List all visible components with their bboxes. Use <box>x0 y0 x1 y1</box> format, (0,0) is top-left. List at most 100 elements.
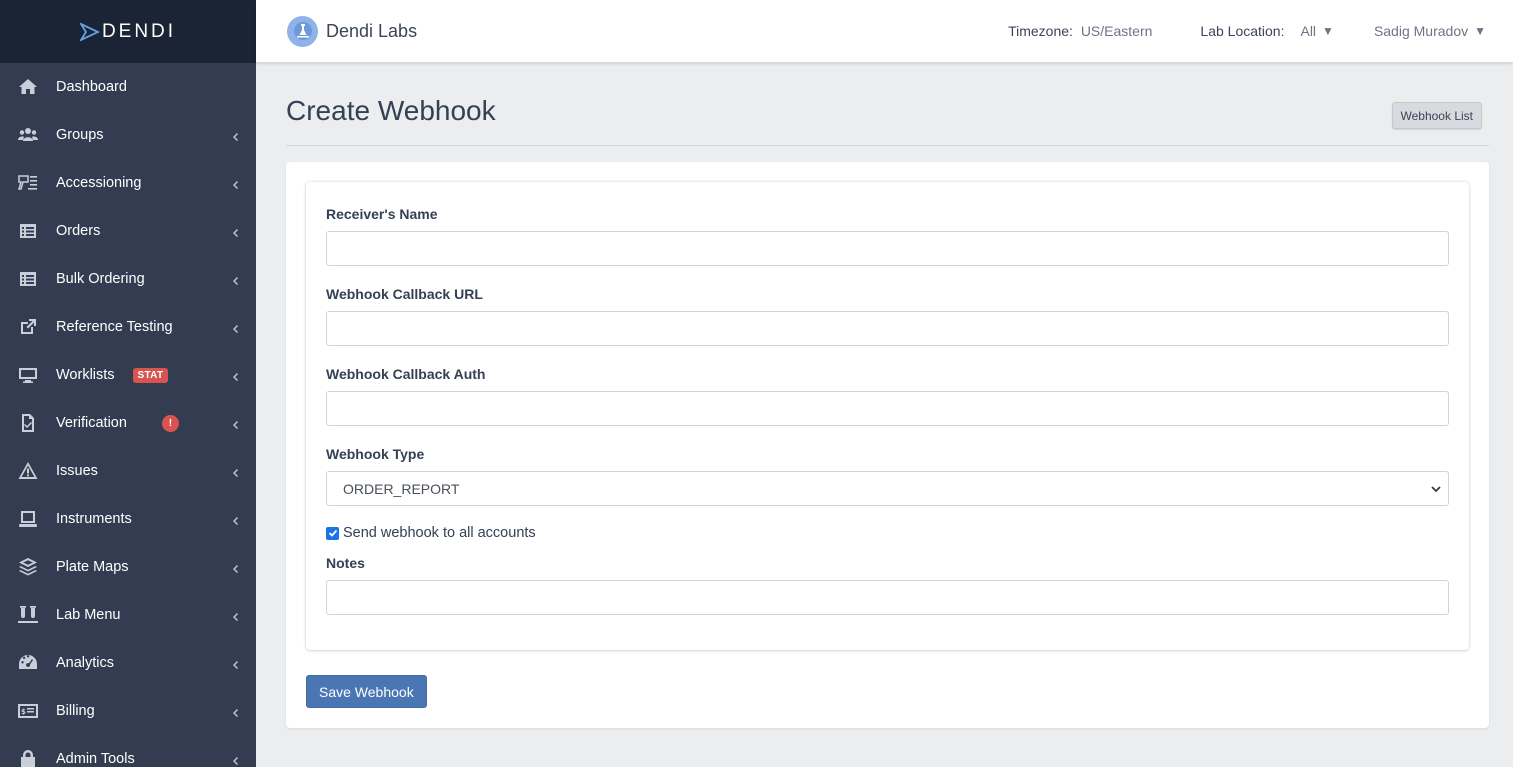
user-menu[interactable]: Sadig Muradov ▼ <box>1374 23 1486 39</box>
accessioning-icon <box>17 172 39 194</box>
callback-url-label: Webhook Callback URL <box>326 286 483 302</box>
brand-name: DENDI <box>101 20 177 42</box>
users-icon <box>17 124 39 146</box>
receiver-name-input[interactable] <box>326 231 1449 266</box>
sidebar-item-label: Reference Testing <box>56 319 173 335</box>
send-all-accounts-row: Send webhook to all accounts <box>326 525 536 541</box>
sidebar-item-label: Accessioning <box>56 175 142 191</box>
chevron-left-icon <box>231 562 239 573</box>
caret-down-icon: ▼ <box>1322 24 1334 38</box>
warning-icon <box>17 460 39 482</box>
sidebar-item-orders[interactable]: Orders <box>0 207 256 255</box>
sidebar-item-label: Issues <box>56 463 98 479</box>
top-bar: Dendi Labs Timezone: US/Eastern Lab Loca… <box>256 0 1513 63</box>
brand-header: DENDI <box>0 0 256 63</box>
webhook-type-label: Webhook Type <box>326 446 425 462</box>
form-card: Receiver's Name Webhook Callback URL Web… <box>286 162 1489 728</box>
home-icon <box>17 76 39 98</box>
alert-badge: ! <box>161 414 179 432</box>
chevron-left-icon <box>231 322 239 333</box>
file-check-icon <box>17 412 39 434</box>
list-icon <box>17 268 39 290</box>
laptop-icon <box>17 508 39 530</box>
send-all-accounts-label[interactable]: Send webhook to all accounts <box>343 525 536 541</box>
sidebar-item-label: Billing <box>56 703 95 719</box>
top-right-controls: Timezone: US/Eastern Lab Location: All ▼… <box>1008 23 1513 39</box>
form-panel: Receiver's Name Webhook Callback URL Web… <box>306 182 1469 650</box>
webhook-type-value: ORDER_REPORT <box>343 480 460 497</box>
sidebar-item-worklists[interactable]: Worklists STAT <box>0 351 256 399</box>
sidebar-item-label: Instruments <box>56 511 132 527</box>
chevron-left-icon <box>231 610 239 621</box>
callback-auth-label: Webhook Callback Auth <box>326 366 486 382</box>
sidebar-item-analytics[interactable]: Analytics <box>0 639 256 687</box>
chevron-left-icon <box>231 130 239 141</box>
sidebar-item-label: Groups <box>56 127 104 143</box>
sidebar-item-dashboard[interactable]: Dashboard <box>0 63 256 111</box>
chevron-left-icon <box>231 466 239 477</box>
stat-badge: STAT <box>132 367 169 383</box>
page-title: Create Webhook <box>286 95 496 126</box>
sidebar-item-reference-testing[interactable]: Reference Testing <box>0 303 256 351</box>
lock-icon <box>17 748 39 767</box>
external-link-icon <box>17 316 39 338</box>
lab-location-selector[interactable]: Lab Location: All ▼ <box>1200 23 1334 39</box>
sidebar-item-instruments[interactable]: Instruments <box>0 495 256 543</box>
chevron-left-icon <box>231 274 239 285</box>
save-webhook-button[interactable]: Save Webhook <box>306 675 427 708</box>
chevron-left-icon <box>231 226 239 237</box>
sidebar-item-plate-maps[interactable]: Plate Maps <box>0 543 256 591</box>
sidebar-item-admin-tools[interactable]: Admin Tools <box>0 735 256 767</box>
caret-down-icon: ▼ <box>1474 24 1486 38</box>
lab-name: Dendi Labs <box>326 20 418 41</box>
chevron-left-icon <box>231 514 239 525</box>
timezone-display: Timezone: US/Eastern <box>1008 23 1152 39</box>
sidebar-item-bulk-ordering[interactable]: Bulk Ordering <box>0 255 256 303</box>
svg-text:$: $ <box>21 708 26 716</box>
sidebar: DENDI Dashboard Groups Accessioning Orde… <box>0 0 256 767</box>
monitor-icon <box>17 364 39 386</box>
lab-brand[interactable]: Dendi Labs <box>287 15 418 47</box>
sidebar-item-groups[interactable]: Groups <box>0 111 256 159</box>
dendi-logo[interactable]: DENDI <box>79 20 177 43</box>
list-icon <box>17 220 39 242</box>
layers-icon <box>17 556 39 578</box>
chevron-left-icon <box>231 706 239 717</box>
sidebar-item-label: Admin Tools <box>56 751 135 767</box>
notes-input[interactable] <box>326 580 1449 615</box>
sidebar-item-billing[interactable]: $ Billing <box>0 687 256 735</box>
chevron-left-icon <box>231 370 239 381</box>
sidebar-item-verification[interactable]: Verification ! <box>0 399 256 447</box>
chevron-left-icon <box>231 418 239 429</box>
send-all-accounts-checkbox[interactable] <box>326 526 339 540</box>
page-header: Create Webhook Webhook List <box>286 63 1489 146</box>
sidebar-item-label: Bulk Ordering <box>56 271 145 287</box>
chevron-left-icon <box>231 658 239 669</box>
sidebar-nav: Dashboard Groups Accessioning Orders Bul… <box>0 63 256 767</box>
sidebar-item-lab-menu[interactable]: Lab Menu <box>0 591 256 639</box>
chevron-left-icon <box>231 178 239 189</box>
sidebar-item-issues[interactable]: Issues <box>0 447 256 495</box>
notes-label: Notes <box>326 555 365 571</box>
sidebar-item-label: Worklists <box>56 367 115 383</box>
timezone-value: US/Eastern <box>1080 23 1153 39</box>
lab-location-label: Lab Location: <box>1200 23 1285 39</box>
gauge-icon <box>17 652 39 674</box>
callback-url-input[interactable] <box>326 311 1449 346</box>
sidebar-item-accessioning[interactable]: Accessioning <box>0 159 256 207</box>
main-content: Create Webhook Webhook List Receiver's N… <box>286 63 1489 728</box>
dendi-arrow-icon <box>79 22 100 41</box>
webhook-type-select[interactable]: ORDER_REPORT <box>326 471 1449 506</box>
sidebar-item-label: Verification <box>56 415 127 431</box>
webhook-list-button[interactable]: Webhook List <box>1391 102 1482 129</box>
sidebar-item-label: Analytics <box>56 655 115 671</box>
sidebar-item-label: Orders <box>56 223 101 239</box>
sidebar-item-label: Dashboard <box>56 79 127 95</box>
chevron-left-icon <box>231 754 239 765</box>
callback-auth-input[interactable] <box>326 391 1449 426</box>
receiver-name-label: Receiver's Name <box>326 206 438 222</box>
lab-location-value: All <box>1300 23 1317 39</box>
sidebar-item-label: Lab Menu <box>56 607 121 623</box>
test-tubes-icon <box>17 604 39 626</box>
timezone-label: Timezone: <box>1008 23 1073 39</box>
